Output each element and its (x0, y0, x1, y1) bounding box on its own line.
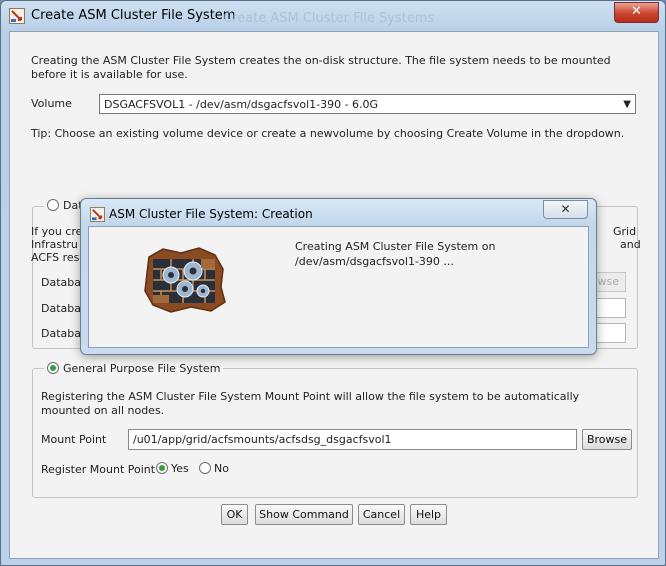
register-mount-point-label: Register Mount Point (41, 463, 156, 476)
progress-message-line-2: /dev/asm/dsgacfsvol1-390 ... (295, 255, 454, 268)
volume-label: Volume (31, 97, 72, 110)
volume-select[interactable]: DSGACFSVOL1 - /dev/asm/dsgacfsvol1-390 -… (99, 94, 636, 114)
tip-text: Tip: Choose an existing volume device or… (31, 127, 625, 140)
register-no-radio[interactable] (199, 462, 211, 474)
ghost-title-text: Create ASM Cluster File Systems (223, 11, 435, 26)
progress-message-line-1: Creating ASM Cluster File System on (295, 240, 496, 253)
help-button[interactable]: Help (410, 504, 447, 525)
mount-point-input[interactable]: /u01/app/grid/acfsmounts/acfsdsg_dsgacfs… (128, 429, 577, 450)
database-fs-radio-button[interactable] (47, 199, 59, 211)
register-no-option[interactable]: No (199, 461, 229, 475)
modal-body: Creating ASM Cluster File System on /dev… (88, 226, 589, 348)
app-icon (9, 8, 25, 24)
general-purpose-fs-option[interactable]: General Purpose File System (44, 361, 224, 375)
register-no-label: No (214, 461, 229, 475)
general-purpose-fs-desc: Registering the ASM Cluster File System … (41, 390, 580, 417)
window-close-button[interactable]: ✕ (614, 2, 659, 23)
chevron-down-icon[interactable]: ▼ (623, 99, 631, 110)
progress-message: Creating ASM Cluster File System on /dev… (295, 239, 495, 269)
creation-progress-dialog: ASM Cluster File System: Creation ✕ Crea… (80, 198, 597, 355)
modal-title: ASM Cluster File System: Creation (109, 207, 313, 221)
register-yes-option[interactable]: Yes (156, 461, 189, 475)
database-fs-desc-1: If you cre (31, 225, 83, 238)
database-fs-desc-right-1: Grid (613, 225, 637, 238)
database-fs-desc-3: ACFS res (31, 251, 80, 264)
database-browse-label: wse (597, 275, 620, 288)
general-purpose-fs-radio-button[interactable] (47, 362, 59, 374)
register-yes-label: Yes (171, 461, 189, 475)
title-bar[interactable]: Create ASM Cluster File System Create AS… (1, 1, 665, 31)
show-command-button[interactable]: Show Command (255, 504, 353, 525)
browse-button[interactable]: Browse (582, 429, 632, 450)
brick-wall-gears-icon (144, 247, 226, 313)
close-icon: ✕ (560, 202, 571, 216)
window-title: Create ASM Cluster File System (31, 8, 236, 23)
volume-select-value: DSGACFSVOL1 - /dev/asm/dsgacfsvol1-390 -… (104, 98, 379, 111)
cancel-button[interactable]: Cancel (358, 504, 405, 525)
app-icon (90, 207, 105, 222)
modal-close-button[interactable]: ✕ (543, 200, 588, 219)
database-fs-desc-2: Infrastru (31, 238, 78, 251)
close-icon: ✕ (631, 4, 642, 19)
database-fs-desc-right-2: and (620, 238, 641, 251)
ok-button[interactable]: OK (221, 504, 248, 525)
general-purpose-fs-label: General Purpose File System (63, 361, 221, 375)
mount-point-value: /u01/app/grid/acfsmounts/acfsdsg_dsgacfs… (133, 433, 392, 446)
mount-point-label: Mount Point (41, 433, 107, 446)
register-yes-radio[interactable] (156, 462, 168, 474)
intro-text: Creating the ASM Cluster File System cre… (31, 54, 611, 81)
